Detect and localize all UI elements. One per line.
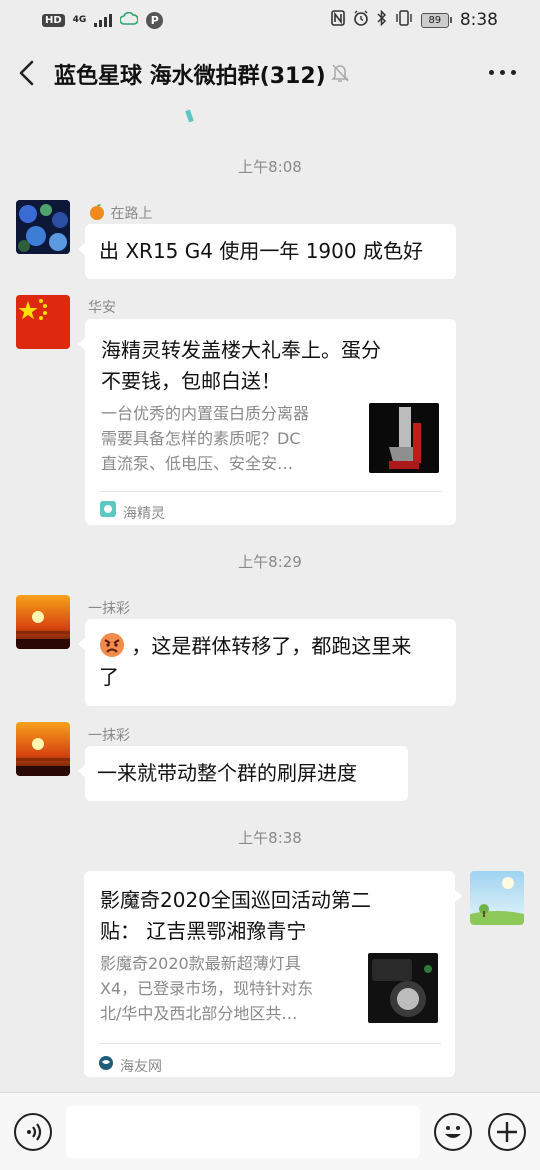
- message-text: 了: [99, 665, 119, 689]
- hd-badge: HD: [42, 13, 65, 27]
- card-thumbnail: [368, 953, 438, 1023]
- message-text: 出 XR15 G4 使用一年 1900 成色好: [99, 239, 423, 263]
- card-description: 影魔奇2020款最新超薄灯具 X4，已登录市场，现特针对东 北/华中及西北部分地…: [100, 951, 362, 1026]
- mute-bell-icon: [330, 62, 350, 84]
- source-app-icon: [99, 499, 117, 530]
- message-bubble[interactable]: 出 XR15 G4 使用一年 1900 成色好: [78, 224, 456, 279]
- card-divider: [98, 1043, 441, 1044]
- card-title-line: 贴： 辽吉黑鄂湘豫青宁: [100, 919, 307, 943]
- sender-name: 华安: [88, 300, 116, 316]
- sender-name: 在路上: [88, 203, 152, 223]
- card-desc-line: 需要具备怎样的素质呢？DC: [101, 429, 301, 448]
- cloud-sync-icon: [119, 11, 140, 30]
- message-bubble[interactable]: 一来就带动整个群的刷屏进度: [78, 746, 408, 801]
- message-text: ，这是群体转移了，都跑这里来: [131, 634, 412, 658]
- network-label: 4G: [72, 14, 87, 25]
- link-card[interactable]: 影魔奇2020全国巡回活动第二 贴： 辽吉黑鄂湘豫青宁 影魔奇2020款最新超薄…: [84, 871, 462, 1077]
- timestamp: 上午8:29: [238, 553, 302, 571]
- card-source: 海精灵: [99, 499, 165, 530]
- more-functions-button[interactable]: [488, 1113, 526, 1151]
- signal-icon: [94, 13, 113, 27]
- timestamp: 上午8:08: [238, 158, 302, 176]
- card-divider: [99, 491, 442, 492]
- chat-title: 蓝色星球 海水微拍群(312): [54, 64, 326, 89]
- scroll-indicator: [185, 109, 194, 123]
- avatar[interactable]: [16, 595, 70, 649]
- sender-name: 一抹彩: [88, 728, 130, 744]
- avatar[interactable]: [16, 200, 70, 254]
- nfc-icon: [331, 10, 345, 30]
- battery-icon: 89: [420, 12, 452, 28]
- card-desc-line: 影魔奇2020款最新超薄灯具: [100, 954, 301, 973]
- avatar[interactable]: [16, 295, 70, 349]
- clock: 8:38: [459, 10, 498, 30]
- card-thumbnail: [369, 403, 439, 473]
- message-input[interactable]: [66, 1106, 420, 1158]
- card-desc-line: 北/华中及西北部分地区共…: [100, 1004, 298, 1023]
- card-source: 海友网: [98, 1052, 162, 1083]
- message-bubble[interactable]: ，这是群体转移了，都跑这里来 了: [78, 619, 456, 706]
- sender-name-text: 在路上: [110, 206, 153, 222]
- sender-name: 一抹彩: [88, 601, 130, 617]
- link-card[interactable]: 海精灵转发盖楼大礼奉上。蛋分 不要钱，包邮白送！ 一台优秀的内置蛋白质分离器 需…: [78, 319, 456, 525]
- card-desc-line: 一台优秀的内置蛋白质分离器: [101, 404, 310, 423]
- timestamp: 上午8:38: [238, 829, 302, 847]
- alarm-icon: [353, 10, 369, 30]
- network-type: 4G: [72, 14, 87, 25]
- card-title-line: 不要钱，包邮白送！: [101, 369, 281, 393]
- source-name: 海精灵: [123, 506, 165, 522]
- card-desc-line: 直流泵、低电压、安全安…: [101, 454, 294, 473]
- voice-input-button[interactable]: [14, 1113, 52, 1151]
- more-options-button[interactable]: [489, 70, 516, 75]
- avatar[interactable]: [16, 722, 70, 776]
- vibrate-icon: [395, 10, 413, 30]
- battery-level: 89: [420, 12, 449, 28]
- card-desc-line: X4，已登录市场，现特针对东: [100, 979, 314, 998]
- status-left: HD 4G P: [42, 11, 164, 30]
- card-description: 一台优秀的内置蛋白质分离器 需要具备怎样的素质呢？DC 直流泵、低电压、安全安…: [101, 401, 359, 476]
- chat-header: 蓝色星球 海水微拍群(312): [0, 40, 540, 106]
- card-title-line: 影魔奇2020全国巡回活动第二: [100, 888, 371, 912]
- back-button[interactable]: [14, 56, 44, 90]
- status-right: 89 8:38: [331, 9, 498, 30]
- message-text: 一来就带动整个群的刷屏进度: [97, 761, 357, 785]
- status-bar: HD 4G P 89 8:38: [0, 0, 540, 40]
- emoji-button[interactable]: [434, 1113, 472, 1151]
- own-avatar[interactable]: [470, 871, 524, 925]
- source-globe-icon: [98, 1052, 114, 1083]
- card-title-line: 海精灵转发盖楼大礼奉上。蛋分: [101, 338, 381, 362]
- input-bar: [0, 1092, 540, 1170]
- angry-face-emoji-icon: [99, 633, 131, 658]
- p-badge-icon: P: [146, 11, 164, 29]
- source-name: 海友网: [120, 1059, 162, 1075]
- bluetooth-icon: [377, 9, 387, 30]
- orange-emoji-icon: [88, 204, 110, 222]
